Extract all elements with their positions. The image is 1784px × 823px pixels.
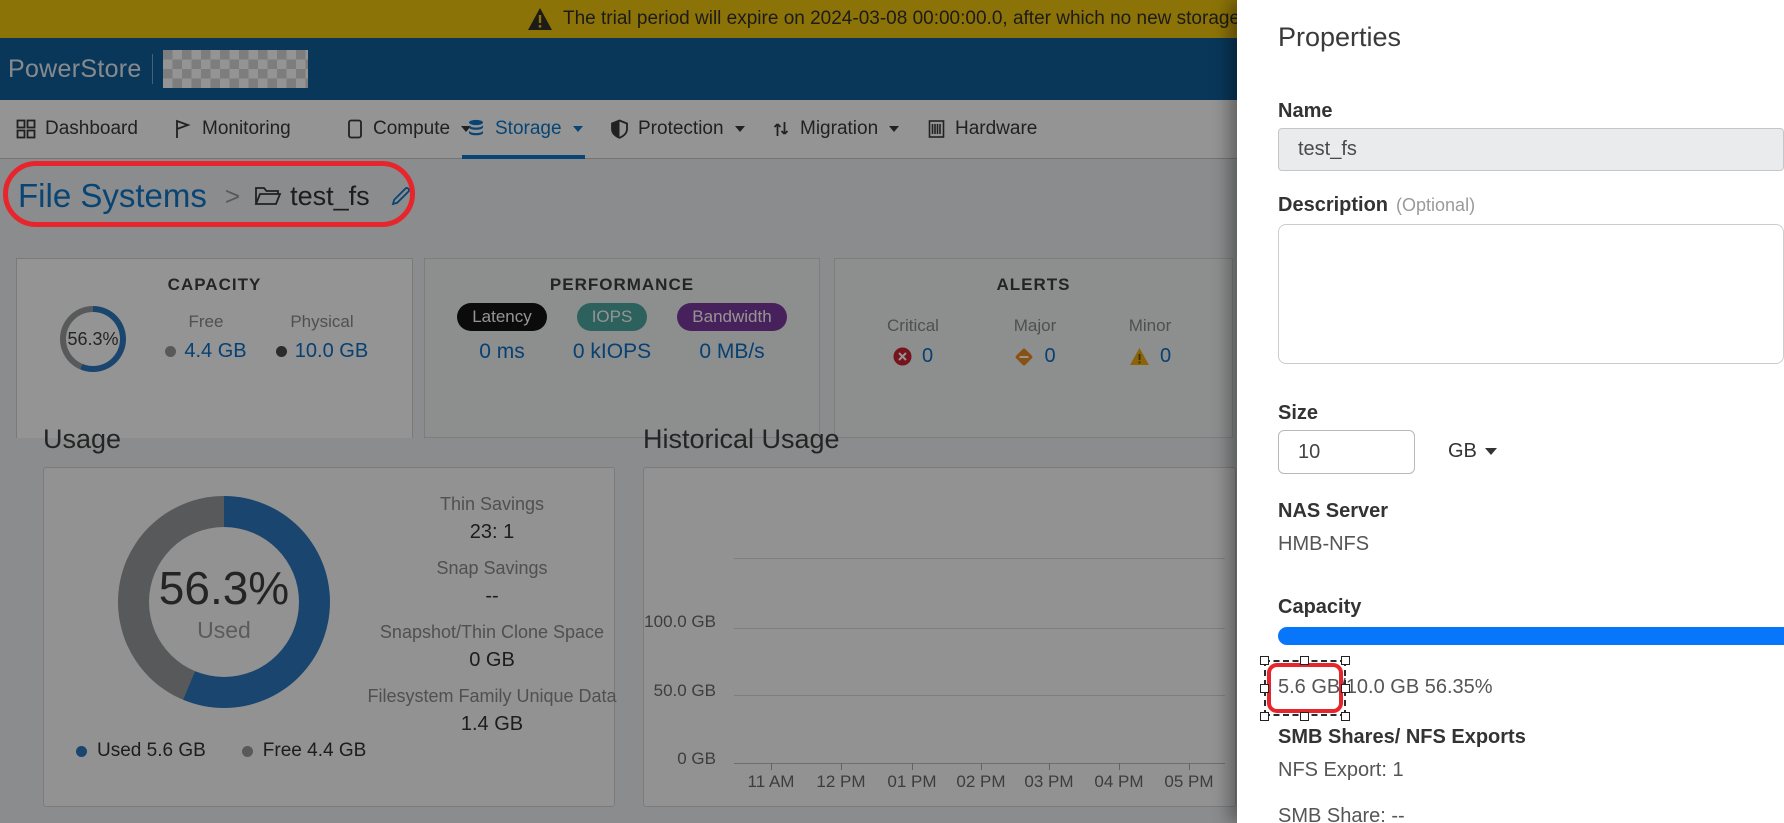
nas-server-value: HMB-NFS	[1278, 533, 1369, 556]
selection-handle[interactable]	[1300, 712, 1309, 721]
smb-nfs-label: SMB Shares/ NFS Exports	[1278, 726, 1526, 749]
description-label: Description (Optional)	[1278, 194, 1475, 217]
capacity-label: Capacity	[1278, 596, 1361, 619]
selection-handle[interactable]	[1260, 684, 1269, 693]
red-annotation-box	[1267, 663, 1343, 713]
description-textarea[interactable]	[1278, 224, 1784, 364]
description-label-text: Description	[1278, 194, 1388, 216]
selection-handle[interactable]	[1260, 712, 1269, 721]
powerstore-app: The trial period will expire on 2024-03-…	[0, 0, 1784, 823]
nfs-export-value: NFS Export: 1	[1278, 759, 1404, 782]
size-unit-dropdown[interactable]: GB	[1448, 440, 1497, 463]
red-annotation-oval	[3, 161, 415, 227]
selection-handle[interactable]	[1341, 712, 1350, 721]
size-unit-value: GB	[1448, 440, 1477, 463]
selection-handle[interactable]	[1341, 684, 1350, 693]
selection-handle[interactable]	[1300, 656, 1309, 665]
size-input[interactable]	[1278, 430, 1415, 474]
nas-server-label: NAS Server	[1278, 500, 1388, 523]
panel-title: Properties	[1278, 22, 1401, 53]
name-label: Name	[1278, 100, 1332, 123]
description-optional-hint: (Optional)	[1396, 195, 1475, 215]
size-label: Size	[1278, 402, 1318, 425]
name-input[interactable]	[1278, 128, 1784, 171]
modal-dim-overlay	[0, 0, 1237, 823]
chevron-down-icon	[1485, 448, 1497, 455]
selection-handle[interactable]	[1260, 656, 1269, 665]
selection-handle[interactable]	[1341, 656, 1350, 665]
smb-share-value: SMB Share: --	[1278, 805, 1405, 823]
capacity-bar	[1278, 627, 1784, 645]
